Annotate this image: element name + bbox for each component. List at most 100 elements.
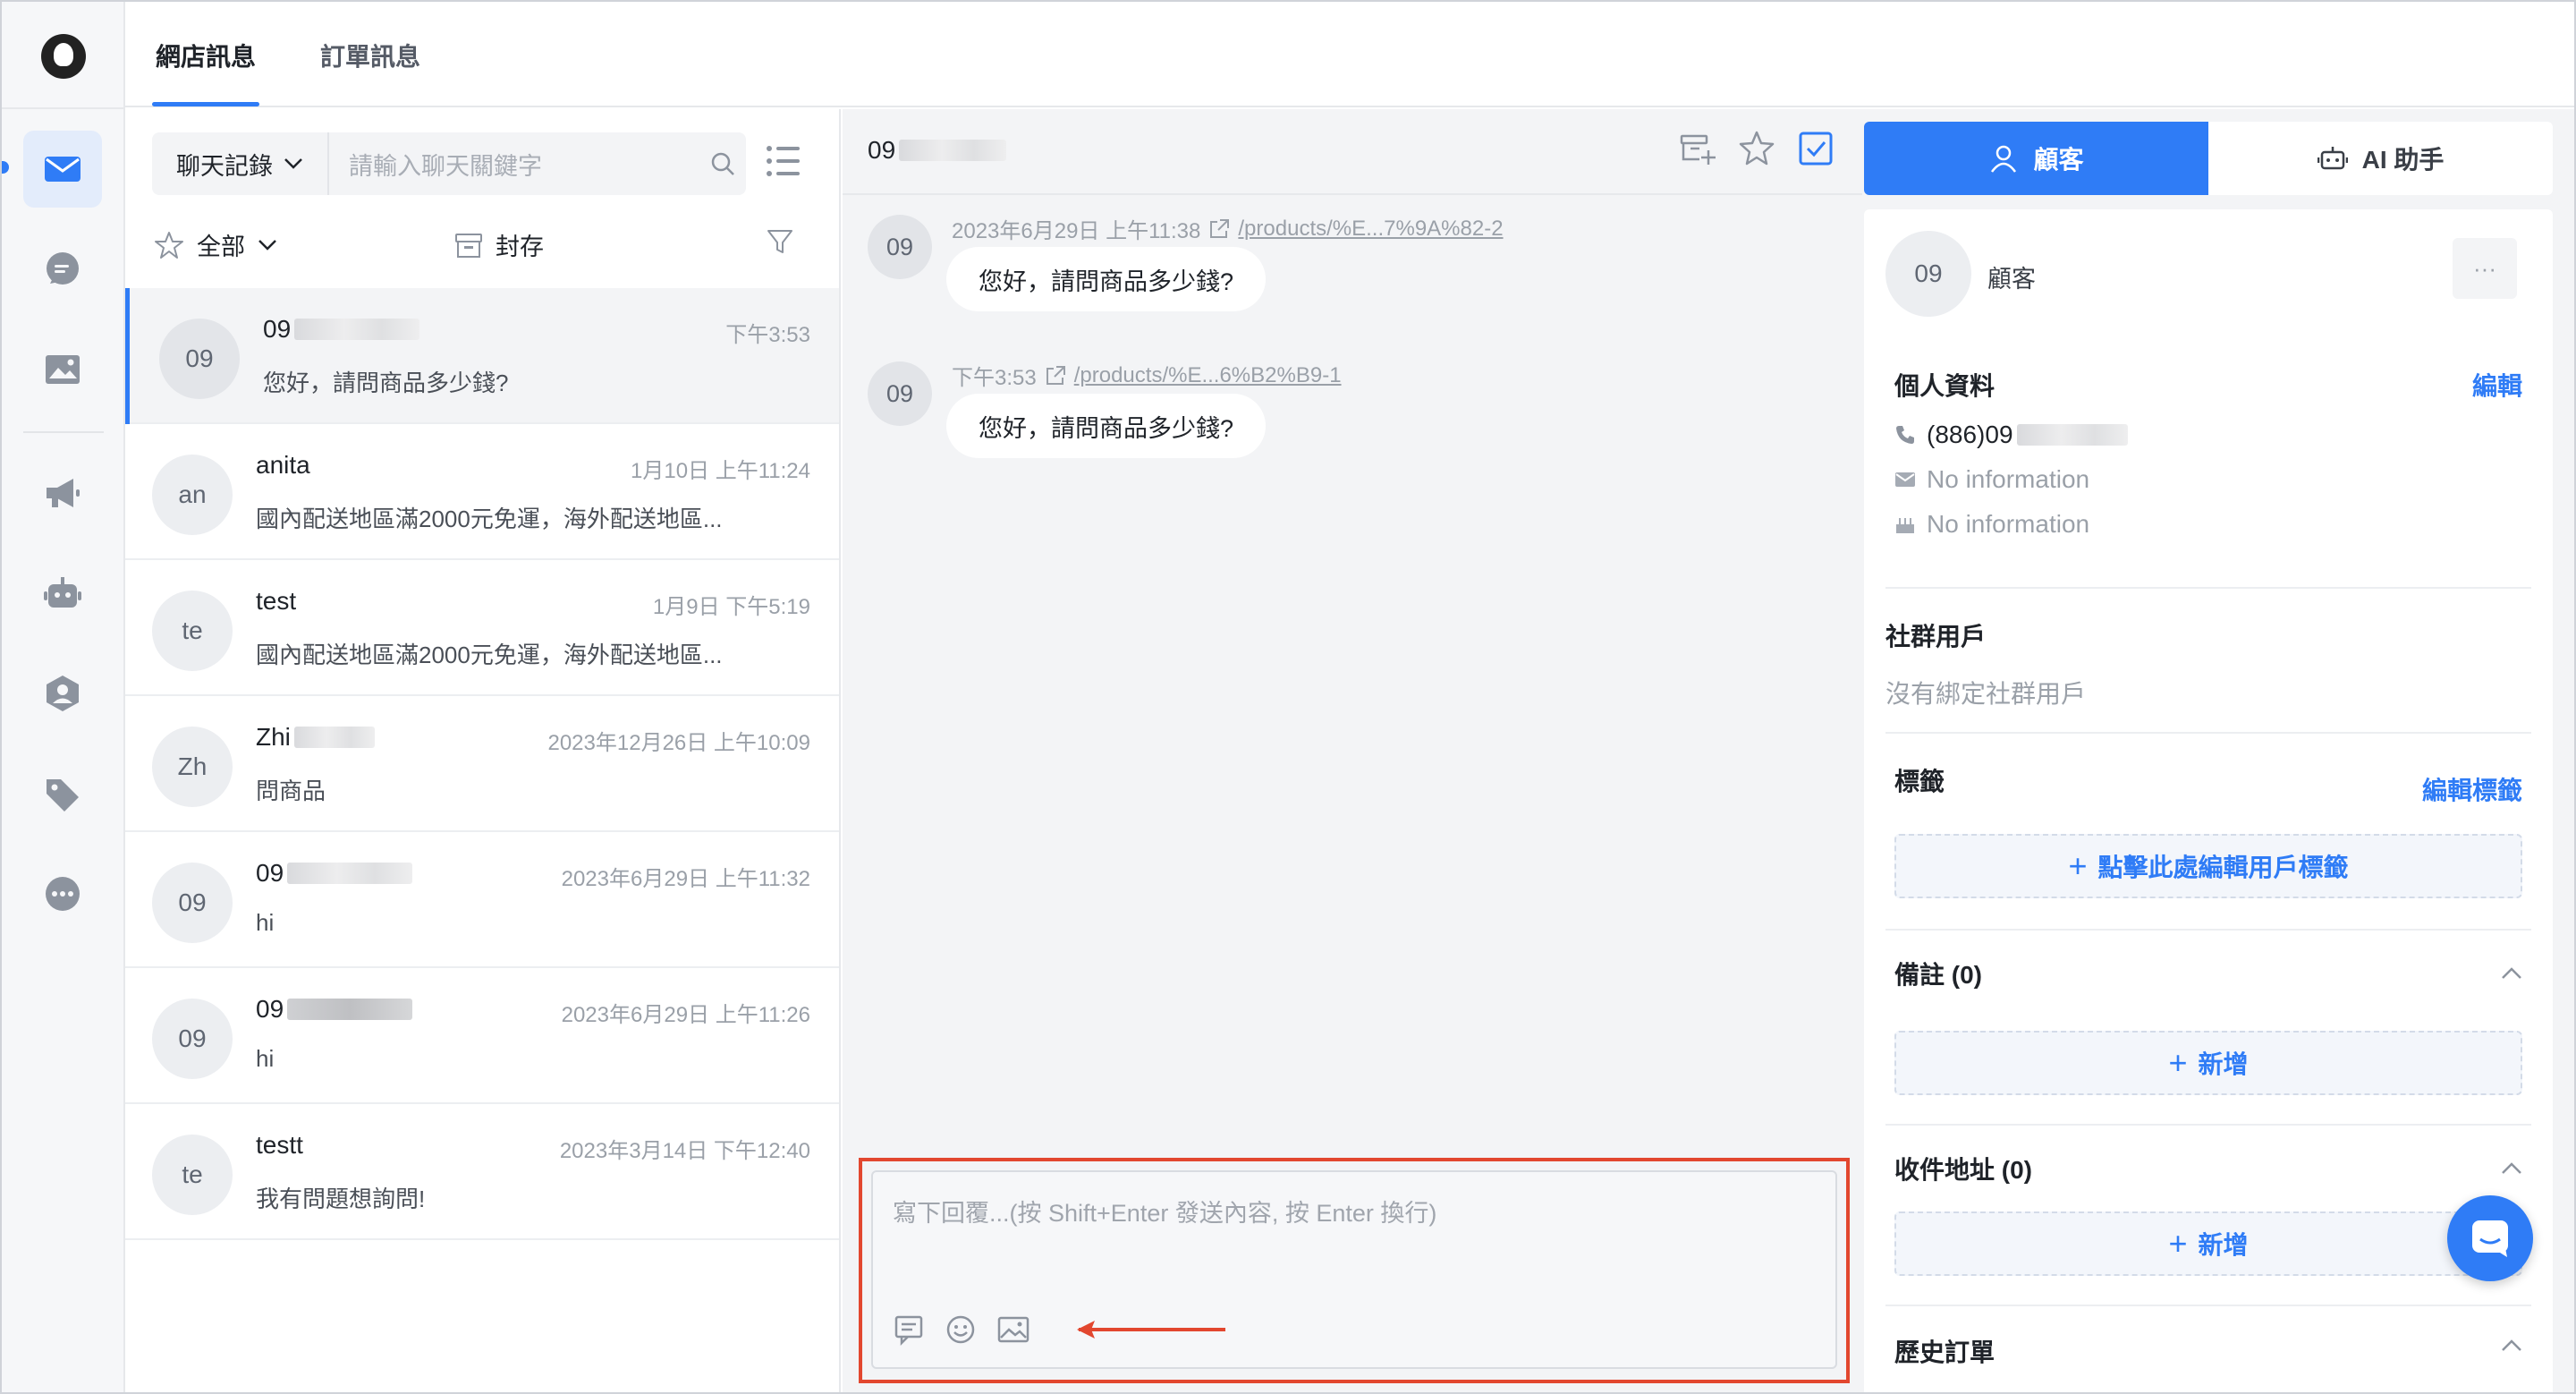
image-upload-icon[interactable] — [996, 1313, 1030, 1346]
external-link-icon — [1046, 365, 1065, 385]
archive-button[interactable]: 封存 — [454, 227, 544, 262]
list-view-icon[interactable] — [766, 145, 801, 182]
mail-icon — [45, 157, 80, 182]
edit-profile-link[interactable]: 編輯 — [2472, 367, 2522, 403]
sidebar-item-chat[interactable] — [23, 231, 102, 308]
birthday-row: No information — [1894, 510, 2089, 539]
sidebar-item-bot[interactable] — [23, 555, 102, 632]
notes-title: 備註 (0) — [1894, 961, 1983, 989]
add-address-button[interactable]: + 新增 — [1894, 1211, 2522, 1276]
image-icon — [46, 355, 80, 384]
timestamp: 1月10日 上午11:24 — [631, 459, 810, 483]
list-item[interactable]: Zh Zhi 2023年12月26日 上午10:09 問商品 — [125, 696, 839, 832]
robot-icon — [2317, 147, 2348, 170]
tags-title: 標籤 — [1894, 768, 1945, 795]
robot-icon — [44, 577, 81, 608]
avatar: 09 — [152, 999, 233, 1079]
tag-icon — [47, 779, 79, 812]
chevron-up-icon[interactable] — [2501, 1161, 2522, 1176]
timestamp: 2023年12月26日 上午10:09 — [547, 731, 810, 755]
more-options-button[interactable]: ··· — [2453, 238, 2517, 299]
message-preview: 國內配送地區滿2000元免運，海外配送地區... — [256, 506, 723, 532]
chevron-up-icon[interactable] — [2501, 1339, 2522, 1353]
tab-order-messages[interactable]: 訂單訊息 — [320, 38, 420, 73]
chevron-up-icon[interactable] — [2501, 966, 2522, 981]
message-bubble: 您好，請問商品多少錢? — [946, 247, 1267, 311]
megaphone-icon — [47, 479, 80, 507]
add-to-list-icon[interactable] — [1678, 129, 1717, 168]
app-window: 網店訊息 訂單訊息 聊天記錄 請輸入聊天關鍵字 全部 封存 09 09 下午3:… — [0, 0, 2576, 1394]
avatar: te — [152, 1135, 233, 1215]
product-link[interactable]: /products/%E...6%B2%B9-1 — [1074, 363, 1342, 388]
sidebar-item-customers[interactable] — [23, 655, 102, 732]
message-preview: 您好，請問商品多少錢? — [263, 370, 509, 396]
list-item[interactable]: 09 09 2023年6月29日 上午11:32 hi — [125, 832, 839, 968]
message-preview: 國內配送地區滿2000元免運，海外配送地區... — [256, 642, 723, 668]
contact-name: 09 — [263, 315, 292, 343]
avatar: Zh — [152, 727, 233, 807]
sidebar-item-tags[interactable] — [23, 755, 102, 832]
add-note-button[interactable]: + 新增 — [1894, 1031, 2522, 1095]
chat-title: 09 — [868, 136, 896, 164]
sidebar-item-media[interactable] — [23, 331, 102, 408]
message-preview: hi — [256, 909, 275, 936]
timestamp: 下午3:53 — [725, 323, 810, 347]
check-square-icon[interactable] — [1796, 129, 1835, 168]
profile-title: 個人資料 — [1894, 372, 1996, 400]
annotation-arrow — [1077, 1321, 1225, 1339]
conversation-list-pane: 聊天記錄 請輸入聊天關鍵字 全部 封存 09 09 下午3:53 您好，請問商品… — [125, 109, 841, 1392]
list-item[interactable]: 09 09 下午3:53 您好，請問商品多少錢? — [125, 288, 839, 424]
search-input[interactable]: 請輸入聊天關鍵字 — [329, 147, 699, 182]
star-icon[interactable] — [1737, 129, 1776, 168]
message-time: 下午3:53 — [952, 366, 1037, 390]
message-time: 2023年6月29日 上午11:38 — [952, 219, 1201, 243]
user-icon — [1991, 145, 2017, 173]
message-bubble: 您好，請問商品多少錢? — [946, 394, 1267, 458]
archive-icon — [455, 233, 482, 258]
list-item[interactable]: te testt 2023年3月14日 下午12:40 我有問題想詢問! — [125, 1104, 839, 1240]
reply-input[interactable]: 寫下回覆...(按 Shift+Enter 發送內容, 按 Enter 換行) — [893, 1194, 1436, 1228]
filter-all-dropdown[interactable]: 全部 — [154, 227, 277, 262]
history-select[interactable]: 聊天記錄 — [152, 132, 329, 195]
filter-button[interactable] — [766, 227, 794, 256]
customer-name: 顧客 — [1987, 266, 2036, 293]
sidebar-item-messages[interactable] — [23, 131, 102, 208]
chevron-down-icon — [258, 239, 276, 251]
chat-pane: 09 09 2023年6月29日 上午11:38 /products/%E...… — [843, 109, 1862, 1392]
search-bar: 聊天記錄 請輸入聊天關鍵字 — [152, 132, 746, 195]
phone-value: (886)09 — [1927, 421, 2013, 448]
sidebar — [2, 2, 125, 1392]
reply-composer[interactable]: 寫下回覆...(按 Shift+Enter 發送內容, 按 Enter 換行) — [871, 1170, 1837, 1369]
customer-card: 09 顧客 ··· 個人資料 編輯 (886)09 No information… — [1864, 209, 2553, 1392]
message-preview: 問商品 — [256, 778, 326, 804]
tab-shop-messages[interactable]: 網店訊息 — [156, 38, 256, 73]
plus-icon: + — [2168, 1044, 2188, 1081]
list-item[interactable]: te test 1月9日 下午5:19 國內配送地區滿2000元免運，海外配送地… — [125, 560, 839, 696]
emoji-icon[interactable] — [945, 1313, 977, 1346]
list-item[interactable]: an anita 1月10日 上午11:24 國內配送地區滿2000元免運，海外… — [125, 424, 839, 560]
email-row: No information — [1894, 465, 2089, 494]
plus-icon: + — [2168, 1225, 2188, 1262]
list-item[interactable]: 09 09 2023年6月29日 上午11:26 hi — [125, 968, 839, 1104]
phone-row: (886)09 — [1894, 421, 2128, 449]
more-icon — [46, 877, 80, 911]
edit-tags-link[interactable]: 編輯標籤 — [2422, 771, 2522, 807]
sidebar-item-more[interactable] — [23, 855, 102, 932]
search-icon[interactable] — [699, 150, 746, 177]
tab-customer[interactable]: 顧客 — [1864, 122, 2208, 195]
contact-name: 09 — [256, 859, 284, 887]
timestamp: 2023年6月29日 上午11:32 — [561, 867, 810, 891]
timestamp: 2023年6月29日 上午11:26 — [561, 1003, 810, 1027]
avatar: an — [152, 455, 233, 535]
email-value: No information — [1927, 465, 2090, 493]
app-logo — [41, 34, 86, 79]
sidebar-item-broadcast[interactable] — [23, 455, 102, 531]
tab-ai-assistant[interactable]: AI 助手 — [2208, 122, 2553, 195]
contact-name: 09 — [256, 995, 284, 1023]
star-icon — [155, 231, 183, 259]
support-chat-button[interactable] — [2447, 1195, 2533, 1281]
contact-name: anita — [256, 451, 310, 479]
quick-reply-icon[interactable] — [893, 1313, 925, 1346]
product-link[interactable]: /products/%E...7%9A%82-2 — [1238, 217, 1503, 242]
add-tags-button[interactable]: + 點擊此處編輯用戶標籤 — [1894, 834, 2522, 898]
